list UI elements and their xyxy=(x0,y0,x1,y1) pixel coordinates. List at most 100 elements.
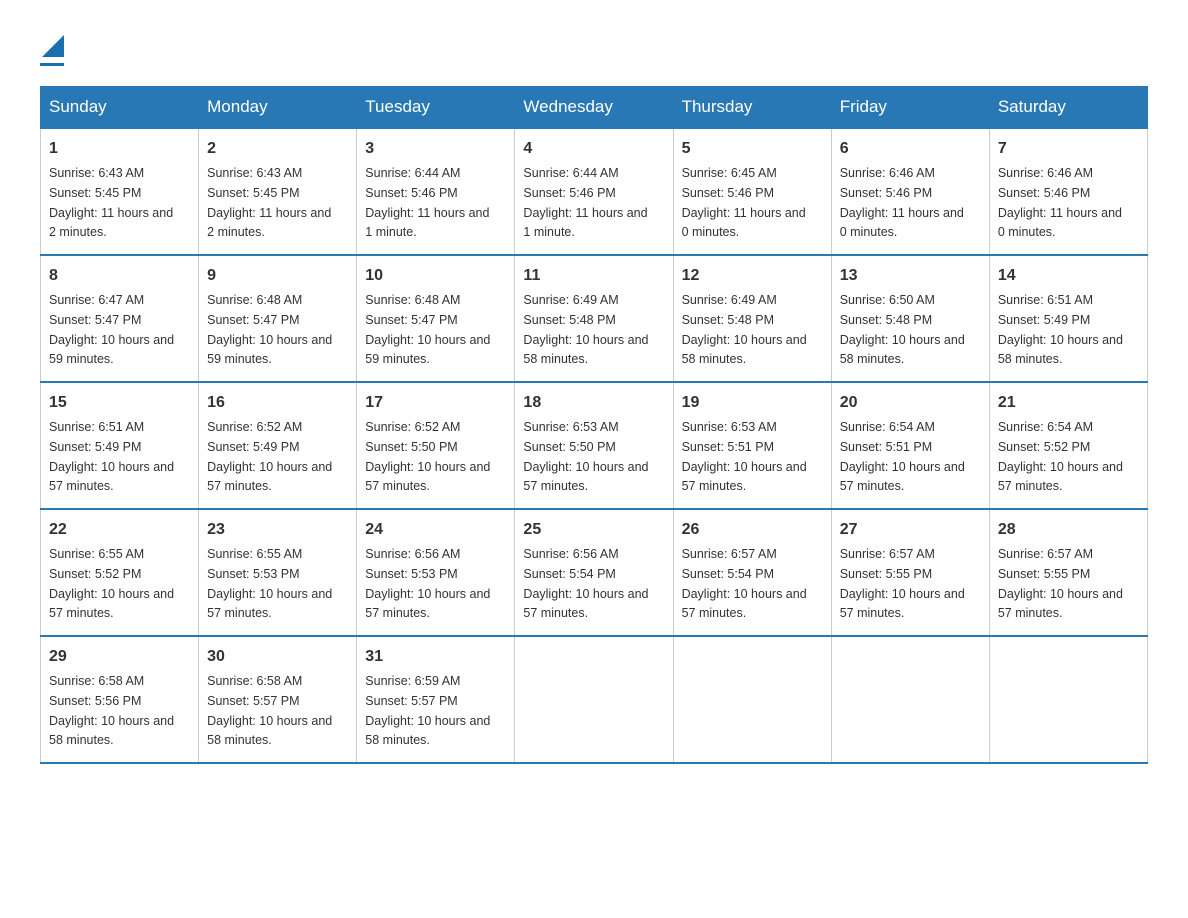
day-info: Sunrise: 6:52 AMSunset: 5:50 PMDaylight:… xyxy=(365,420,490,493)
day-info: Sunrise: 6:54 AMSunset: 5:51 PMDaylight:… xyxy=(840,420,965,493)
day-number: 26 xyxy=(682,518,823,542)
calendar-cell: 24Sunrise: 6:56 AMSunset: 5:53 PMDayligh… xyxy=(357,509,515,636)
day-number: 29 xyxy=(49,645,190,669)
day-info: Sunrise: 6:46 AMSunset: 5:46 PMDaylight:… xyxy=(840,166,964,239)
calendar-cell: 18 Sunrise: 6:53 AMSunset: 5:50 PMDayligh… xyxy=(515,382,673,509)
calendar-cell: 7 Sunrise: 6:46 AMSunset: 5:46 PMDaylight… xyxy=(989,128,1147,255)
day-number: 4 xyxy=(523,137,664,161)
day-number: 27 xyxy=(840,518,981,542)
day-info: Sunrise: 6:44 AMSunset: 5:46 PMDaylight:… xyxy=(365,166,489,239)
header-monday: Monday xyxy=(199,87,357,129)
calendar-table: SundayMondayTuesdayWednesdayThursdayFrid… xyxy=(40,86,1148,764)
day-number: 7 xyxy=(998,137,1139,161)
day-info: Sunrise: 6:54 AMSunset: 5:52 PMDaylight:… xyxy=(998,420,1123,493)
day-number: 23 xyxy=(207,518,348,542)
calendar-cell: 14Sunrise: 6:51 AMSunset: 5:49 PMDayligh… xyxy=(989,255,1147,382)
day-info: Sunrise: 6:44 AMSunset: 5:46 PMDaylight:… xyxy=(523,166,647,239)
calendar-cell: 30 Sunrise: 6:58 AMSunset: 5:57 PMDayligh… xyxy=(199,636,357,763)
calendar-cell: 31Sunrise: 6:59 AMSunset: 5:57 PMDayligh… xyxy=(357,636,515,763)
calendar-cell: 22 Sunrise: 6:55 AMSunset: 5:52 PMDayligh… xyxy=(41,509,199,636)
day-number: 12 xyxy=(682,264,823,288)
week-row-1: 1 Sunrise: 6:43 AMSunset: 5:45 PMDaylight… xyxy=(41,128,1148,255)
day-number: 13 xyxy=(840,264,981,288)
calendar-cell: 10Sunrise: 6:48 AMSunset: 5:47 PMDayligh… xyxy=(357,255,515,382)
header-sunday: Sunday xyxy=(41,87,199,129)
day-number: 22 xyxy=(49,518,190,542)
day-info: Sunrise: 6:55 AMSunset: 5:53 PMDaylight:… xyxy=(207,547,332,620)
day-number: 2 xyxy=(207,137,348,161)
day-number: 9 xyxy=(207,264,348,288)
day-info: Sunrise: 6:57 AMSunset: 5:54 PMDaylight:… xyxy=(682,547,807,620)
day-number: 19 xyxy=(682,391,823,415)
day-number: 28 xyxy=(998,518,1139,542)
day-info: Sunrise: 6:48 AMSunset: 5:47 PMDaylight:… xyxy=(207,293,332,366)
calendar-cell: 16 Sunrise: 6:52 AMSunset: 5:49 PMDayligh… xyxy=(199,382,357,509)
day-info: Sunrise: 6:56 AMSunset: 5:54 PMDaylight:… xyxy=(523,547,648,620)
calendar-cell: 23 Sunrise: 6:55 AMSunset: 5:53 PMDayligh… xyxy=(199,509,357,636)
day-info: Sunrise: 6:58 AMSunset: 5:56 PMDaylight:… xyxy=(49,674,174,747)
day-info: Sunrise: 6:52 AMSunset: 5:49 PMDaylight:… xyxy=(207,420,332,493)
day-number: 21 xyxy=(998,391,1139,415)
calendar-cell: 8 Sunrise: 6:47 AMSunset: 5:47 PMDaylight… xyxy=(41,255,199,382)
header-tuesday: Tuesday xyxy=(357,87,515,129)
week-row-3: 15 Sunrise: 6:51 AMSunset: 5:49 PMDayligh… xyxy=(41,382,1148,509)
day-number: 11 xyxy=(523,264,664,288)
day-info: Sunrise: 6:50 AMSunset: 5:48 PMDaylight:… xyxy=(840,293,965,366)
day-info: Sunrise: 6:48 AMSunset: 5:47 PMDaylight:… xyxy=(365,293,490,366)
day-number: 20 xyxy=(840,391,981,415)
calendar-cell: 6 Sunrise: 6:46 AMSunset: 5:46 PMDaylight… xyxy=(831,128,989,255)
day-info: Sunrise: 6:57 AMSunset: 5:55 PMDaylight:… xyxy=(998,547,1123,620)
day-number: 8 xyxy=(49,264,190,288)
day-number: 15 xyxy=(49,391,190,415)
calendar-cell xyxy=(673,636,831,763)
calendar-cell: 17Sunrise: 6:52 AMSunset: 5:50 PMDayligh… xyxy=(357,382,515,509)
day-number: 31 xyxy=(365,645,506,669)
day-info: Sunrise: 6:47 AMSunset: 5:47 PMDaylight:… xyxy=(49,293,174,366)
calendar-cell: 13 Sunrise: 6:50 AMSunset: 5:48 PMDayligh… xyxy=(831,255,989,382)
day-info: Sunrise: 6:43 AMSunset: 5:45 PMDaylight:… xyxy=(207,166,331,239)
day-number: 30 xyxy=(207,645,348,669)
day-number: 16 xyxy=(207,391,348,415)
calendar-cell: 2 Sunrise: 6:43 AMSunset: 5:45 PMDaylight… xyxy=(199,128,357,255)
calendar-cell: 25 Sunrise: 6:56 AMSunset: 5:54 PMDayligh… xyxy=(515,509,673,636)
day-info: Sunrise: 6:45 AMSunset: 5:46 PMDaylight:… xyxy=(682,166,806,239)
calendar-header-row: SundayMondayTuesdayWednesdayThursdayFrid… xyxy=(41,87,1148,129)
week-row-4: 22 Sunrise: 6:55 AMSunset: 5:52 PMDayligh… xyxy=(41,509,1148,636)
day-info: Sunrise: 6:53 AMSunset: 5:50 PMDaylight:… xyxy=(523,420,648,493)
calendar-cell: 9 Sunrise: 6:48 AMSunset: 5:47 PMDaylight… xyxy=(199,255,357,382)
calendar-cell xyxy=(831,636,989,763)
header-wednesday: Wednesday xyxy=(515,87,673,129)
day-info: Sunrise: 6:49 AMSunset: 5:48 PMDaylight:… xyxy=(682,293,807,366)
day-info: Sunrise: 6:53 AMSunset: 5:51 PMDaylight:… xyxy=(682,420,807,493)
day-info: Sunrise: 6:57 AMSunset: 5:55 PMDaylight:… xyxy=(840,547,965,620)
calendar-cell: 4 Sunrise: 6:44 AMSunset: 5:46 PMDaylight… xyxy=(515,128,673,255)
day-number: 3 xyxy=(365,137,506,161)
header-saturday: Saturday xyxy=(989,87,1147,129)
day-number: 5 xyxy=(682,137,823,161)
day-number: 1 xyxy=(49,137,190,161)
header-thursday: Thursday xyxy=(673,87,831,129)
logo-triangle-icon xyxy=(42,35,64,57)
calendar-cell: 12 Sunrise: 6:49 AMSunset: 5:48 PMDayligh… xyxy=(673,255,831,382)
day-number: 18 xyxy=(523,391,664,415)
week-row-2: 8 Sunrise: 6:47 AMSunset: 5:47 PMDaylight… xyxy=(41,255,1148,382)
calendar-cell: 20 Sunrise: 6:54 AMSunset: 5:51 PMDayligh… xyxy=(831,382,989,509)
calendar-cell: 19 Sunrise: 6:53 AMSunset: 5:51 PMDayligh… xyxy=(673,382,831,509)
day-info: Sunrise: 6:58 AMSunset: 5:57 PMDaylight:… xyxy=(207,674,332,747)
logo xyxy=(40,30,64,66)
calendar-cell: 11Sunrise: 6:49 AMSunset: 5:48 PMDayligh… xyxy=(515,255,673,382)
calendar-cell: 21 Sunrise: 6:54 AMSunset: 5:52 PMDayligh… xyxy=(989,382,1147,509)
page-header xyxy=(40,30,1148,66)
day-info: Sunrise: 6:51 AMSunset: 5:49 PMDaylight:… xyxy=(49,420,174,493)
day-number: 6 xyxy=(840,137,981,161)
header-friday: Friday xyxy=(831,87,989,129)
day-info: Sunrise: 6:51 AMSunset: 5:49 PMDaylight:… xyxy=(998,293,1123,366)
day-info: Sunrise: 6:55 AMSunset: 5:52 PMDaylight:… xyxy=(49,547,174,620)
calendar-cell: 29 Sunrise: 6:58 AMSunset: 5:56 PMDayligh… xyxy=(41,636,199,763)
calendar-cell: 15 Sunrise: 6:51 AMSunset: 5:49 PMDayligh… xyxy=(41,382,199,509)
calendar-cell xyxy=(515,636,673,763)
day-info: Sunrise: 6:46 AMSunset: 5:46 PMDaylight:… xyxy=(998,166,1122,239)
week-row-5: 29 Sunrise: 6:58 AMSunset: 5:56 PMDayligh… xyxy=(41,636,1148,763)
day-number: 25 xyxy=(523,518,664,542)
calendar-cell: 5 Sunrise: 6:45 AMSunset: 5:46 PMDaylight… xyxy=(673,128,831,255)
